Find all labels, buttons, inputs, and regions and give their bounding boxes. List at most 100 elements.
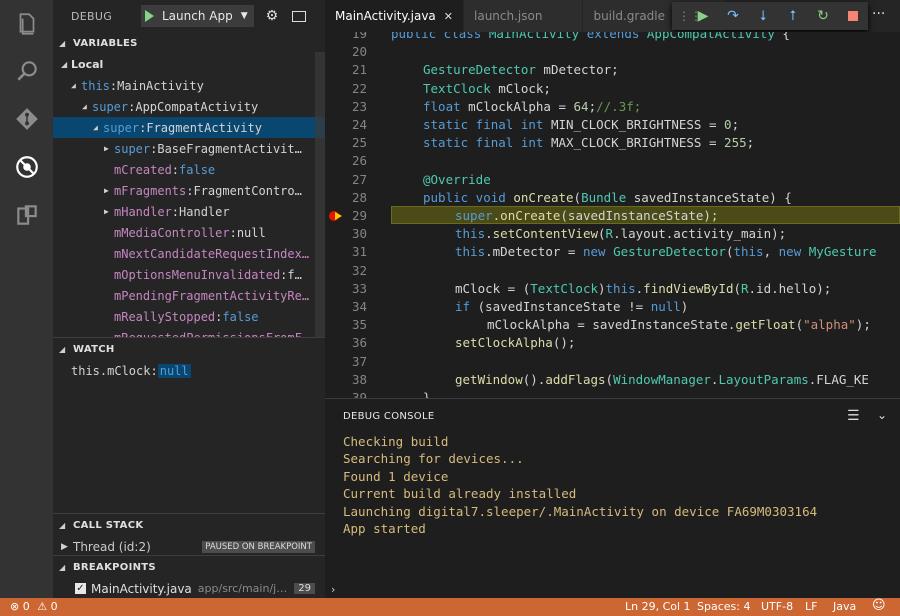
tab-launch-json[interactable]: launch.json	[464, 0, 583, 32]
explorer-icon[interactable]	[0, 0, 53, 48]
variable-row[interactable]: ◢ this: MainActivity	[53, 75, 325, 96]
code-text: super.onCreate(savedInstanceState);	[455, 208, 719, 223]
code-line: 37	[325, 354, 900, 372]
indentation[interactable]: Spaces: 4	[697, 600, 750, 613]
line-number: 30	[351, 226, 367, 242]
step-over-icon[interactable]: ↷	[718, 4, 748, 28]
line-number: 19	[351, 32, 367, 41]
watch-value[interactable]: null	[157, 363, 191, 378]
language-mode[interactable]: Java	[833, 600, 856, 613]
watch-header[interactable]: ◢ WATCH	[53, 338, 325, 360]
variable-separator: :	[139, 120, 147, 135]
checkbox-checked-icon[interactable]: ✓	[75, 583, 86, 594]
variables-header[interactable]: ◢ VARIABLES	[53, 32, 325, 54]
debug-console-panel: DEBUG CONSOLE ☰ ⌄ Checking build Searchin…	[325, 398, 900, 598]
search-icon[interactable]	[0, 47, 53, 95]
code-line: 26	[325, 153, 900, 171]
line-number: 24	[351, 117, 367, 132]
step-into-icon[interactable]: ⭣	[748, 4, 778, 28]
variable-name: mHandler	[114, 204, 172, 219]
open-console-icon[interactable]	[292, 10, 307, 22]
tab-label: build.gradle	[593, 9, 666, 23]
encoding[interactable]: UTF-8	[761, 600, 793, 613]
code-line: 24 static final int MIN_CLOCK_BRIGHTNESS …	[325, 117, 900, 135]
chevron-right-icon: ▶	[61, 541, 68, 552]
breakpoints-header[interactable]: ◢ BREAKPOINTS	[53, 556, 325, 578]
variable-name: this	[81, 78, 110, 93]
clear-console-icon[interactable]: ☰	[847, 408, 860, 424]
variables-scrollbar[interactable]	[315, 52, 325, 337]
chevron-right-icon: ▶	[104, 186, 109, 195]
variable-row[interactable]: mReallyStopped: false	[53, 306, 325, 327]
scope-local[interactable]: ◢ Local	[53, 54, 325, 75]
variable-row[interactable]: ▶ mHandler: Handler	[53, 201, 325, 222]
line-ending[interactable]: LF	[805, 600, 817, 613]
variable-name: mReallyStopped	[114, 309, 216, 324]
call-stack-panel: ◢ CALL STACK ▶ Thread (id:2) PAUSED ON B…	[53, 513, 325, 557]
feedback-smiley-icon[interactable]: ☺	[872, 598, 886, 613]
call-stack-title: CALL STACK	[73, 519, 144, 531]
variable-row[interactable]: mNextCandidateRequestIndex…	[53, 243, 325, 264]
start-debugging-icon[interactable]	[145, 10, 154, 22]
breakpoints-panel: ◢ BREAKPOINTS ✓ MainActivity.java app/sr…	[53, 555, 325, 598]
variable-value: Handler	[179, 204, 230, 219]
thread-row[interactable]: ▶ Thread (id:2) PAUSED ON BREAKPOINT	[53, 536, 325, 557]
stop-icon[interactable]	[838, 4, 868, 28]
variable-name: super	[103, 120, 140, 135]
variable-row[interactable]: mPendingFragmentActivityRe…	[53, 285, 325, 306]
step-out-icon[interactable]: ⭡	[778, 4, 808, 28]
variable-separator: :	[215, 309, 223, 324]
variables-title: VARIABLES	[73, 37, 138, 49]
line-number: 35	[351, 317, 367, 333]
source-control-icon[interactable]	[0, 95, 53, 143]
warning-count: 0	[50, 600, 58, 613]
cursor-position[interactable]: Ln 29, Col 1	[625, 600, 691, 613]
more-actions-icon[interactable]: ···	[872, 6, 885, 22]
debug-icon[interactable]	[0, 143, 53, 191]
line-number: 37	[351, 353, 367, 369]
extensions-icon[interactable]	[0, 191, 53, 239]
console-line: Current build already installed	[343, 486, 577, 502]
gear-icon[interactable]: ⚙	[266, 8, 279, 24]
line-number: 26	[351, 153, 367, 169]
variable-row[interactable]: ▶ mFragments: FragmentContro…	[53, 180, 325, 201]
chevron-down-icon[interactable]: ⌄	[877, 408, 887, 422]
restart-icon[interactable]: ↻	[808, 4, 838, 28]
variables-tree: ◢ this: MainActivity ◢ super: AppCompatActi…	[53, 75, 325, 348]
console-input-prompt[interactable]: ›	[331, 583, 335, 596]
variable-row[interactable]: ◢ super: AppCompatActivity	[53, 96, 325, 117]
code-line: 21 GestureDetector mDetector;	[325, 62, 900, 80]
chevron-down-icon: ◢	[71, 81, 76, 90]
variable-row[interactable]: mOptionsMenuInvalidated: f…	[53, 264, 325, 285]
code-line: 31 this.mDetector = new GestureDetector(t…	[325, 244, 900, 262]
close-icon[interactable]: ✕	[444, 10, 453, 23]
watch-expression-row[interactable]: this.mClock : null	[53, 360, 325, 381]
variable-value: BaseFragmentActivit…	[157, 141, 302, 156]
tab-mainactivity[interactable]: MainActivity.java ✕	[325, 0, 463, 32]
continue-icon[interactable]: ▶	[688, 4, 718, 28]
breakpoint-row[interactable]: ✓ MainActivity.java app/src/main/j… 29	[53, 578, 325, 598]
variable-value: AppCompatActivity	[135, 99, 259, 114]
variable-row[interactable]: ◢ super: FragmentActivity	[53, 117, 325, 138]
chevron-down-icon: ◢	[59, 344, 66, 354]
variable-row[interactable]: mMediaController: null	[53, 222, 325, 243]
line-number: 25	[351, 135, 367, 151]
watch-expression: this.mClock	[71, 363, 151, 378]
line-number: 28	[351, 189, 367, 205]
chevron-down-icon: ◢	[93, 123, 98, 132]
debug-title: DEBUG	[71, 9, 113, 23]
code-editor[interactable]: 19 public class MainActivity extends AppC…	[325, 32, 900, 398]
drag-handle-icon[interactable]: ⋮⋮	[678, 9, 702, 23]
chevron-down-icon[interactable]: ▼	[241, 11, 248, 21]
variable-name: mFragments	[114, 183, 187, 198]
launch-config-select[interactable]: Launch App ▼	[141, 5, 254, 27]
launch-config-label: Launch App	[162, 9, 233, 23]
call-stack-header[interactable]: ◢ CALL STACK	[53, 514, 325, 536]
variable-row[interactable]: mCreated: false	[53, 159, 325, 180]
code-text: }	[423, 390, 431, 398]
console-line: Launching digital7.sleeper/.MainActivity…	[343, 503, 818, 519]
variable-row[interactable]: ▶ super: BaseFragmentActivit…	[53, 138, 325, 159]
variable-value: false	[222, 309, 259, 324]
code-line: 35 mClockAlpha = savedInstanceState.getFl…	[325, 317, 900, 335]
errors-indicator[interactable]: ⊗ 0 ⚠ 0	[10, 600, 58, 613]
